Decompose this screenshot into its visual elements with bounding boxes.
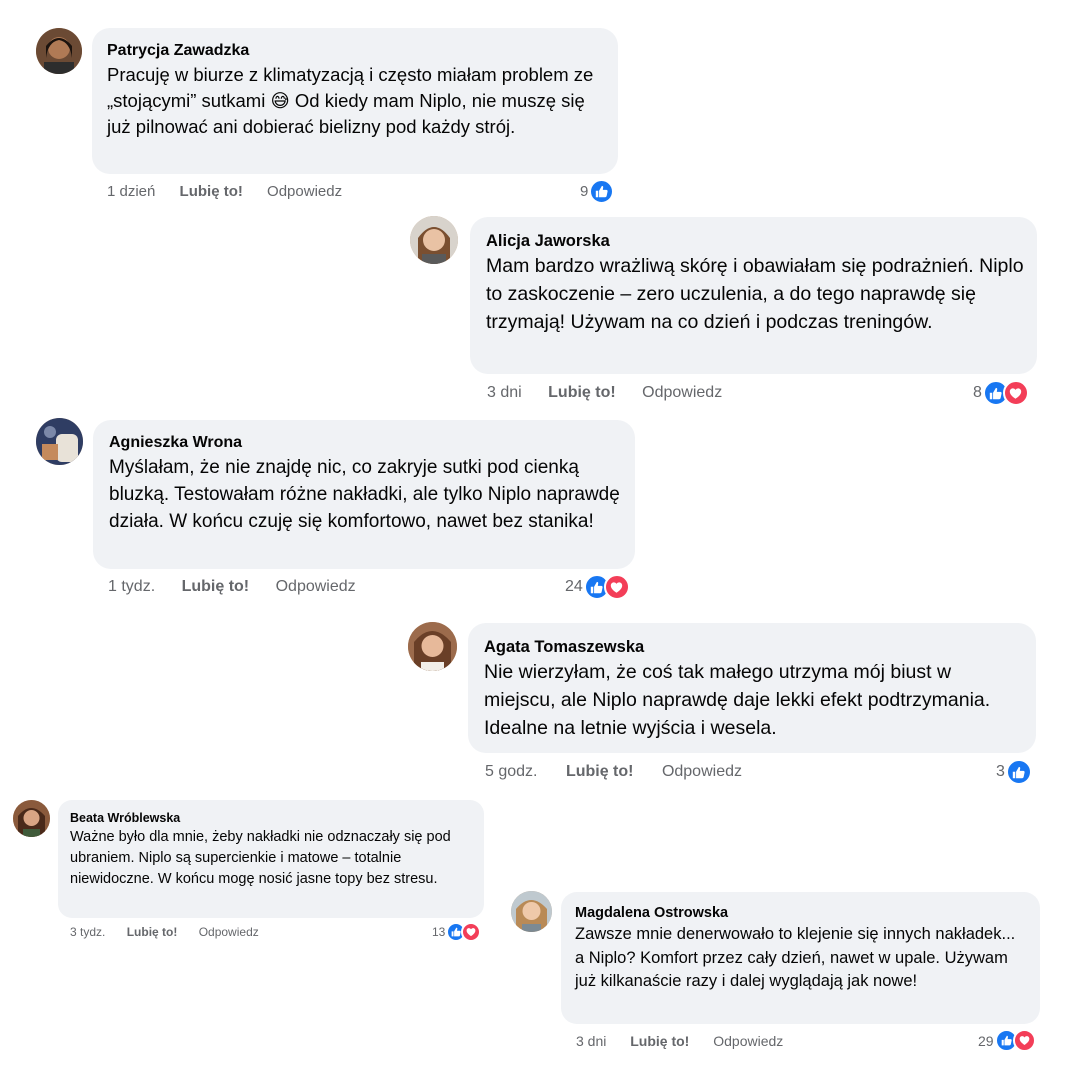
- reply-button[interactable]: Odpowiedz: [642, 383, 722, 403]
- reply-button[interactable]: Odpowiedz: [713, 1032, 783, 1050]
- like-button[interactable]: Lubię to!: [127, 924, 178, 940]
- love-icon: [603, 574, 630, 600]
- avatar[interactable]: [410, 216, 458, 264]
- comment-time[interactable]: 5 godz.: [485, 762, 537, 782]
- comment-bubble: Alicja Jaworska Mam bardzo wrażliwą skór…: [470, 217, 1037, 374]
- comment-text: Zawsze mnie denerwowało to klejenie się …: [575, 925, 1016, 990]
- love-icon: [1002, 380, 1029, 406]
- reactions-summary[interactable]: 29: [978, 1029, 1036, 1052]
- like-icon: [589, 179, 615, 204]
- reaction-count: 8: [973, 384, 982, 401]
- reaction-count: 9: [580, 183, 589, 200]
- comment-text: Pracuję w biurze z klimatyzacją i często…: [107, 62, 607, 140]
- comment-text: Myślałam, że nie znajdę nic, co zakryje …: [109, 457, 620, 532]
- avatar[interactable]: [511, 891, 552, 932]
- comment-text: Ważne było dla mnie, żeby nakładki nie o…: [70, 829, 451, 887]
- author-name[interactable]: Magdalena Ostrowska: [575, 904, 1026, 922]
- comment-time[interactable]: 3 tydz.: [70, 924, 105, 940]
- comment-text: Nie wierzyłam, że coś tak małego utrzyma…: [484, 661, 991, 739]
- avatar[interactable]: [36, 418, 83, 465]
- comment-actions: 3 dni Lubię to! Odpowiedz: [487, 383, 722, 403]
- reply-button[interactable]: Odpowiedz: [199, 924, 259, 940]
- comment-text: Mam bardzo wrażliwą skórę i obawiałam si…: [486, 255, 1024, 333]
- like-button[interactable]: Lubię to!: [548, 383, 616, 403]
- like-button[interactable]: Lubię to!: [182, 577, 250, 597]
- comment-time[interactable]: 1 dzień: [107, 182, 155, 202]
- avatar[interactable]: [408, 622, 457, 671]
- reaction-count: 24: [565, 578, 583, 595]
- comment-time[interactable]: 3 dni: [576, 1032, 606, 1050]
- like-button[interactable]: Lubię to!: [566, 762, 634, 782]
- author-name[interactable]: Alicja Jaworska: [486, 231, 1021, 251]
- like-button[interactable]: Lubię to!: [180, 182, 243, 202]
- comment-bubble: Magdalena Ostrowska Zawsze mnie denerwow…: [561, 892, 1040, 1024]
- reply-button[interactable]: Odpowiedz: [267, 182, 342, 202]
- comment-time[interactable]: 1 tydz.: [108, 577, 155, 597]
- author-name[interactable]: Beata Wróblewska: [70, 810, 472, 826]
- comment-actions: 1 tydz. Lubię to! Odpowiedz: [108, 577, 356, 597]
- avatar[interactable]: [13, 800, 50, 837]
- comment-bubble: Agata Tomaszewska Nie wierzyłam, że coś …: [468, 623, 1036, 753]
- author-name[interactable]: Patrycja Zawadzka: [107, 41, 602, 61]
- love-icon: [461, 922, 482, 942]
- comment-actions: 1 dzień Lubię to! Odpowiedz: [107, 182, 342, 202]
- reactions-summary[interactable]: 8: [973, 380, 1029, 406]
- reply-button[interactable]: Odpowiedz: [276, 577, 356, 597]
- reaction-count: 13: [432, 925, 446, 939]
- reactions-summary[interactable]: 9: [580, 179, 615, 204]
- comment-actions: 5 godz. Lubię to! Odpowiedz: [485, 762, 742, 782]
- reply-button[interactable]: Odpowiedz: [662, 762, 742, 782]
- love-icon: [1012, 1029, 1036, 1052]
- author-name[interactable]: Agnieszka Wrona: [109, 433, 619, 453]
- like-button[interactable]: Lubię to!: [630, 1032, 689, 1050]
- reaction-count: 3: [996, 763, 1005, 780]
- sweat-smile-emoji-icon: 😅: [270, 90, 290, 111]
- comment-time[interactable]: 3 dni: [487, 383, 522, 403]
- comment-actions: 3 tydz. Lubię to! Odpowiedz: [70, 924, 259, 940]
- reactions-summary[interactable]: 24: [565, 574, 630, 600]
- reaction-count: 29: [978, 1032, 994, 1049]
- comment-actions: 3 dni Lubię to! Odpowiedz: [576, 1032, 783, 1050]
- comment-bubble: Patrycja Zawadzka Pracuję w biurze z kli…: [92, 28, 618, 174]
- reactions-summary[interactable]: 3: [996, 759, 1032, 785]
- comment-bubble: Beata Wróblewska Ważne było dla mnie, że…: [58, 800, 484, 918]
- reactions-summary[interactable]: 13: [432, 922, 482, 942]
- avatar[interactable]: [36, 28, 82, 74]
- author-name[interactable]: Agata Tomaszewska: [484, 637, 1020, 657]
- like-icon: [1005, 759, 1032, 785]
- comment-bubble: Agnieszka Wrona Myślałam, że nie znajdę …: [93, 420, 635, 569]
